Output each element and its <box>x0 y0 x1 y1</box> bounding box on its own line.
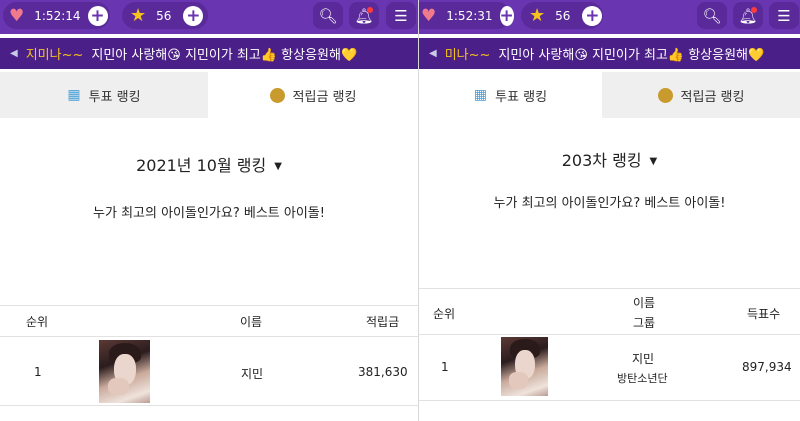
points-cell: 381,630 <box>358 365 408 379</box>
search-icon[interactable]: 🔍︎ <box>313 2 343 29</box>
col-votes-header: 득표수 <box>747 307 781 321</box>
ranking-tabs: ▦ 투표 랭킹 적립금 랭킹 <box>419 72 800 118</box>
col-name-header: 이름 <box>240 315 263 329</box>
col-rank-header: 순위 <box>433 307 456 321</box>
star-pill[interactable]: ★ 56 + <box>521 2 603 29</box>
rank-cell: 1 <box>34 365 42 379</box>
table-divider <box>419 334 800 335</box>
megaphone-icon: ◀ <box>429 48 437 59</box>
coin-icon <box>269 87 285 103</box>
col-group-header: 그룹 <box>633 316 656 330</box>
plus-icon[interactable]: + <box>87 5 108 26</box>
star-count: 56 <box>555 8 571 23</box>
tab-label: 투표 랭킹 <box>88 89 141 105</box>
tab-vote-ranking[interactable]: ▦ 투표 랭킹 <box>419 72 602 118</box>
right-screen: ♥ 1:52:31 + ★ 56 + 🔍︎ 🔔︎ ☰ ◀ 미나~~ 지민아 사랑… <box>419 0 800 421</box>
rank-cell: 1 <box>441 360 449 374</box>
caret-down-icon: ▼ <box>274 161 282 172</box>
plus-icon[interactable]: + <box>183 5 204 26</box>
top-bar: ♥ 1:52:31 + ★ 56 + 🔍︎ 🔔︎ ☰ <box>419 0 800 34</box>
tab-label: 적립금 랭킹 <box>680 89 745 105</box>
plus-icon[interactable]: + <box>499 5 514 26</box>
menu-icon[interactable]: ☰ <box>769 2 799 29</box>
votes-cell: 897,934 <box>742 360 792 374</box>
time-text: 1:52:14 <box>34 8 81 23</box>
name-cell: 지민 <box>241 367 264 381</box>
ranking-period-dropdown[interactable]: 2021년 10월 랭킹 ▼ <box>0 152 418 176</box>
star-icon: ★ <box>529 5 546 26</box>
tab-label: 투표 랭킹 <box>495 89 548 105</box>
time-pill[interactable]: ♥ 1:52:14 + <box>3 2 110 29</box>
heart-icon: ♥ <box>9 5 25 26</box>
coin-icon <box>657 87 673 103</box>
ranking-subtitle: 누가 최고의 아이돌인가요? 베스트 아이돌! <box>93 206 325 221</box>
time-text: 1:52:31 <box>446 8 493 23</box>
announcement-marquee: ◀ 지미나~~ 지민아 사랑해😘 지민이가 최고👍 항상응원해💛 <box>0 38 418 69</box>
group-cell: 방탄소년단 <box>617 372 668 385</box>
marquee-highlight: 지미나~~ <box>25 48 84 63</box>
page-title: 203차 랭킹 <box>561 151 642 170</box>
notification-dot <box>367 7 373 13</box>
bell-icon[interactable]: 🔔︎ <box>733 2 763 29</box>
tab-vote-ranking[interactable]: ▦ 투표 랭킹 <box>0 72 208 118</box>
col-points-header: 적립금 <box>366 315 400 329</box>
tab-points-ranking[interactable]: 적립금 랭킹 <box>208 72 418 118</box>
tab-points-ranking[interactable]: 적립금 랭킹 <box>602 72 800 118</box>
ranking-subtitle: 누가 최고의 아이돌인가요? 베스트 아이돌! <box>493 196 726 211</box>
menu-icon[interactable]: ☰ <box>386 2 416 29</box>
star-pill[interactable]: ★ 56 + <box>122 2 208 29</box>
time-pill[interactable]: ♥ 1:52:31 + <box>419 2 514 29</box>
search-icon[interactable]: 🔍︎ <box>697 2 727 29</box>
ticket-icon: ▦ <box>67 87 81 103</box>
ticket-icon: ▦ <box>473 87 488 103</box>
star-icon: ★ <box>130 5 147 26</box>
table-divider <box>0 405 418 406</box>
heart-icon: ♥ <box>421 5 437 26</box>
ranking-period-dropdown[interactable]: 203차 랭킹 ▼ <box>419 147 800 171</box>
page-title: 2021년 10월 랭킹 <box>136 156 267 175</box>
marquee-message: 지민아 사랑해😘 지민이가 최고👍 항상응원해💛 <box>498 48 765 63</box>
table-divider <box>0 336 418 337</box>
col-rank-header: 순위 <box>26 315 49 329</box>
col-name-header: 이름 <box>633 296 656 310</box>
top-bar: ♥ 1:52:14 + ★ 56 + 🔍︎ 🔔︎ ☰ <box>0 0 418 34</box>
idol-photo <box>501 337 548 396</box>
idol-photo <box>99 340 150 403</box>
announcement-marquee: ◀ 미나~~ 지민아 사랑해😘 지민이가 최고👍 항상응원해💛 <box>419 38 800 69</box>
marquee-highlight: 미나~~ <box>444 48 491 63</box>
left-screen: ♥ 1:52:14 + ★ 56 + 🔍︎ 🔔︎ ☰ ◀ 지미나~~ 지민아 사… <box>0 0 418 421</box>
bell-icon[interactable]: 🔔︎ <box>349 2 379 29</box>
megaphone-icon: ◀ <box>10 48 18 59</box>
ranking-tabs: ▦ 투표 랭킹 적립금 랭킹 <box>0 72 418 118</box>
table-divider <box>419 400 800 401</box>
tab-label: 적립금 랭킹 <box>292 89 357 105</box>
table-divider <box>0 305 418 306</box>
table-divider <box>419 288 800 289</box>
marquee-message: 지민아 사랑해😘 지민이가 최고👍 항상응원해💛 <box>91 48 358 63</box>
star-count: 56 <box>156 8 172 23</box>
name-cell: 지민 <box>632 352 655 366</box>
notification-dot <box>751 7 757 13</box>
caret-down-icon: ▼ <box>649 156 658 167</box>
plus-icon[interactable]: + <box>582 5 603 26</box>
